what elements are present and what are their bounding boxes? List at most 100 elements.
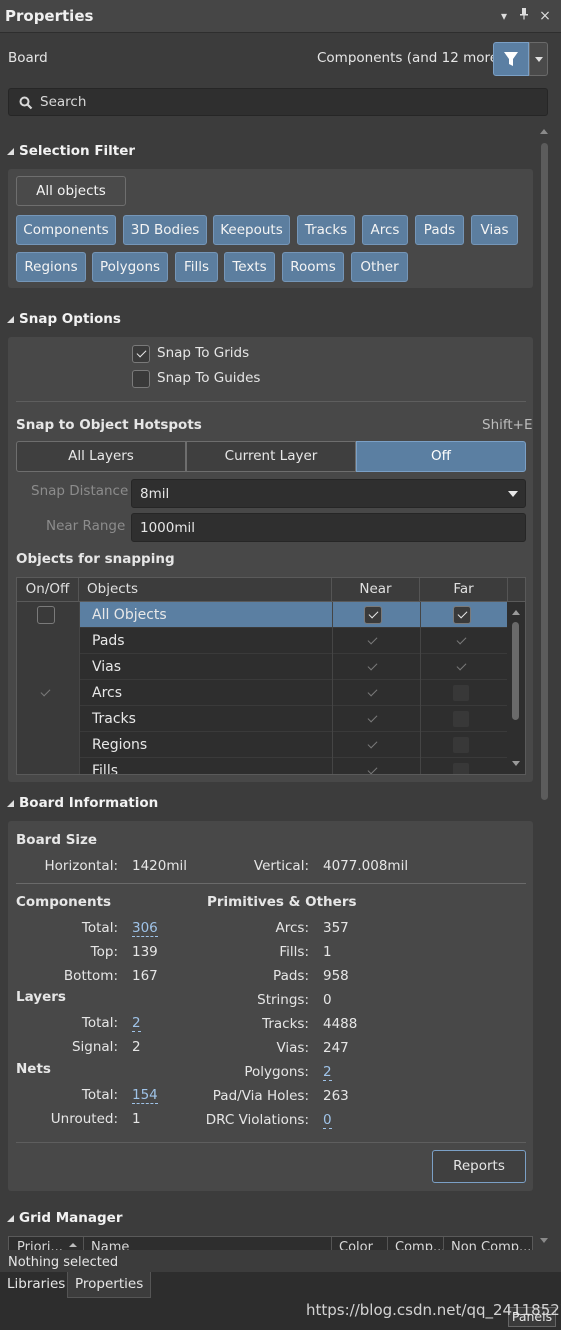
far-checkbox[interactable]: [453, 711, 469, 727]
collapse-arrow-icon[interactable]: [7, 1215, 14, 1222]
section-title-selection-filter[interactable]: Selection Filter: [19, 143, 135, 159]
collapse-arrow-icon[interactable]: [7, 316, 14, 323]
filter-vias-button[interactable]: Vias: [471, 215, 518, 245]
col-objects[interactable]: Objects: [79, 578, 332, 602]
table-row[interactable]: Regions: [17, 732, 507, 758]
scroll-up-arrow[interactable]: [540, 129, 548, 134]
filter-pads-button[interactable]: Pads: [415, 215, 464, 245]
reports-button[interactable]: Reports: [432, 1150, 526, 1183]
table-row[interactable]: Pads: [17, 628, 507, 654]
layer-mode-all-layers[interactable]: All Layers: [16, 441, 186, 472]
on-off-checkbox[interactable]: [37, 685, 53, 701]
filter-regions-button[interactable]: Regions: [16, 252, 86, 282]
scroll-down-arrow[interactable]: [512, 761, 520, 766]
col-priority[interactable]: Priori...: [17, 1240, 63, 1250]
collapse-arrow-icon[interactable]: [7, 148, 14, 155]
divider: [16, 401, 526, 402]
layers-total-link[interactable]: 2: [132, 1015, 141, 1032]
filter-fills-button[interactable]: Fills: [175, 252, 218, 282]
all-objects-button[interactable]: All objects: [16, 176, 126, 206]
far-checkbox[interactable]: [453, 685, 469, 701]
comp-top-label: Top:: [90, 944, 118, 960]
panel-title: Properties: [5, 7, 94, 25]
far-checkbox[interactable]: [453, 763, 469, 774]
drc-violations-link[interactable]: 0: [323, 1112, 332, 1129]
filter-3d-bodies-button[interactable]: 3D Bodies: [123, 215, 207, 245]
col-separator: [332, 628, 333, 654]
near-range-input[interactable]: 1000mil: [131, 513, 526, 542]
panel-menu-icon[interactable]: ▾: [497, 8, 511, 24]
near-checkbox[interactable]: [364, 711, 380, 727]
filter-texts-button[interactable]: Texts: [224, 252, 275, 282]
snap-distance-select[interactable]: 8mil: [131, 479, 526, 508]
near-checkbox[interactable]: [364, 633, 380, 649]
filter-dropdown-button[interactable]: [529, 42, 548, 76]
status-text: Nothing selected: [8, 1255, 119, 1270]
object-type-label: Board: [8, 50, 48, 66]
vertical-label: Vertical:: [253, 858, 309, 874]
nets-total-link[interactable]: 154: [132, 1087, 158, 1104]
tab-properties[interactable]: Properties: [67, 1272, 152, 1298]
section-title-board-information[interactable]: Board Information: [19, 795, 158, 811]
col-near[interactable]: Near: [332, 578, 420, 602]
near-checkbox[interactable]: [364, 737, 380, 753]
filter-rooms-button[interactable]: Rooms: [282, 252, 344, 282]
filter-tracks-button[interactable]: Tracks: [297, 215, 355, 245]
table-row[interactable]: Tracks: [17, 706, 507, 732]
col-separator: [331, 1237, 332, 1250]
col-name[interactable]: Name: [91, 1240, 129, 1250]
filter-components-button[interactable]: Components: [16, 215, 116, 245]
near-checkbox[interactable]: [364, 606, 382, 624]
polygons-link[interactable]: 2: [323, 1064, 332, 1081]
near-checkbox[interactable]: [364, 659, 380, 675]
layer-mode-off[interactable]: Off: [356, 441, 526, 472]
table-row[interactable]: Arcs: [17, 680, 507, 706]
far-checkbox[interactable]: [453, 606, 471, 624]
polygons-label: Polygons:: [244, 1064, 309, 1080]
scroll-down-arrow[interactable]: [540, 1238, 548, 1243]
snap-to-grids-checkbox[interactable]: [132, 345, 150, 363]
collapse-arrow-icon[interactable]: [7, 800, 14, 807]
section-title-snap-options[interactable]: Snap Options: [19, 311, 121, 327]
on-off-checkbox[interactable]: [37, 606, 55, 624]
table-row[interactable]: Fills: [17, 758, 507, 774]
filter-polygons-button[interactable]: Polygons: [92, 252, 168, 282]
col-comp[interactable]: Comp...: [395, 1240, 445, 1250]
table-row[interactable]: Vias: [17, 654, 507, 680]
far-checkbox[interactable]: [453, 633, 469, 649]
selection-filter-button[interactable]: [493, 42, 529, 76]
pin-icon[interactable]: [517, 8, 531, 24]
nets-total-label: Total:: [81, 1087, 118, 1103]
filter-other-button[interactable]: Other: [351, 252, 408, 282]
filter-keepouts-button[interactable]: Keepouts: [213, 215, 290, 245]
close-icon[interactable]: ×: [538, 8, 552, 24]
col-far[interactable]: Far: [420, 578, 508, 602]
horizontal-label: Horizontal:: [44, 858, 118, 874]
table-scrollbar-thumb[interactable]: [512, 622, 519, 720]
scroll-up-arrow[interactable]: [512, 610, 520, 615]
snap-to-guides-checkbox[interactable]: [132, 370, 150, 388]
scrollbar-thumb[interactable]: [541, 143, 548, 800]
filter-arcs-button[interactable]: Arcs: [362, 215, 408, 245]
comp-total-link[interactable]: 306: [132, 920, 158, 937]
sort-arrow-icon: [69, 1243, 77, 1247]
col-non-comp[interactable]: Non Comp...: [451, 1240, 531, 1250]
vertical-value: 4077.008mil: [323, 858, 409, 874]
hotspots-title: Snap to Object Hotspots: [16, 417, 202, 433]
near-checkbox[interactable]: [364, 763, 380, 774]
search-input[interactable]: [8, 88, 548, 116]
section-title-grid-manager[interactable]: Grid Manager: [19, 1210, 122, 1226]
col-separator: [79, 680, 80, 706]
near-checkbox[interactable]: [364, 685, 380, 701]
layers-title: Layers: [16, 989, 66, 1005]
table-row[interactable]: All Objects: [17, 602, 507, 628]
col-color[interactable]: Color: [339, 1240, 373, 1250]
check-icon: [368, 608, 378, 619]
far-checkbox[interactable]: [453, 737, 469, 753]
col-on-off[interactable]: On/Off: [17, 578, 79, 602]
tab-libraries[interactable]: Libraries: [0, 1272, 72, 1298]
on-off-cell: [17, 706, 79, 732]
col-separator: [420, 654, 421, 680]
far-checkbox[interactable]: [453, 659, 469, 675]
layer-mode-current-layer[interactable]: Current Layer: [186, 441, 356, 472]
